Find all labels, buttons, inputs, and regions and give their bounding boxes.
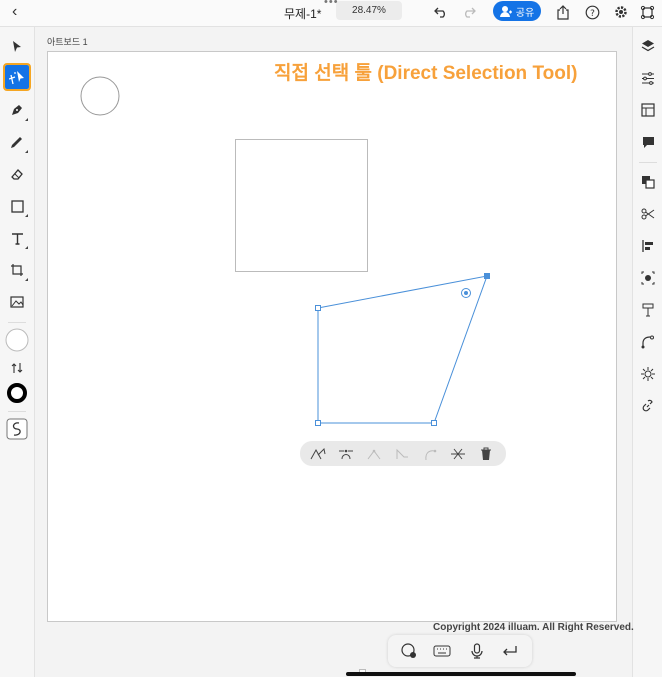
anchor-smooth-icon[interactable] bbox=[336, 444, 356, 464]
anchor-remove-icon[interactable] bbox=[392, 444, 412, 464]
microphone-icon[interactable] bbox=[467, 641, 487, 661]
anchor-point[interactable] bbox=[315, 305, 321, 311]
heading-title: 직접 선택 툴 (Direct Selection Tool) bbox=[274, 63, 578, 84]
corner-radius-handle[interactable] bbox=[461, 288, 471, 298]
anchor-context-bar bbox=[300, 441, 506, 466]
anchor-corner-icon[interactable] bbox=[364, 444, 384, 464]
selected-path[interactable] bbox=[317, 275, 488, 424]
canvas-shapes bbox=[80, 76, 490, 426]
anchor-point[interactable] bbox=[431, 420, 437, 426]
rectangle-shape[interactable] bbox=[235, 139, 368, 272]
circle-shape[interactable] bbox=[80, 76, 120, 116]
home-indicator[interactable] bbox=[346, 672, 576, 676]
return-icon[interactable] bbox=[500, 641, 520, 661]
bottom-touch-bar bbox=[388, 635, 532, 667]
anchor-curve-icon[interactable] bbox=[420, 444, 440, 464]
touch-modifier-icon[interactable] bbox=[399, 641, 419, 661]
copyright-text: Copyright 2024 illuam. All Right Reserve… bbox=[433, 622, 634, 633]
anchor-point-selected[interactable] bbox=[484, 273, 490, 279]
keyboard-icon[interactable] bbox=[432, 641, 452, 661]
anchor-point[interactable] bbox=[315, 420, 321, 426]
anchor-convert-icon[interactable] bbox=[308, 444, 328, 464]
anchor-join-icon[interactable] bbox=[448, 444, 468, 464]
delete-icon[interactable] bbox=[476, 444, 496, 464]
